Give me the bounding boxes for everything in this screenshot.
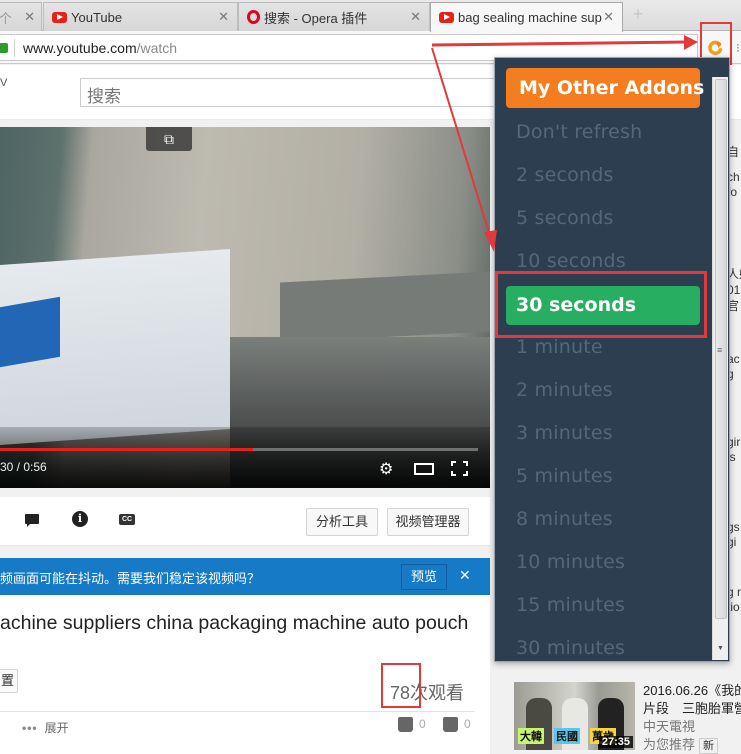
- video-controls-gradient: [0, 427, 490, 488]
- tab-label: 搜索 - Opera 插件: [264, 10, 368, 26]
- tab-label: bag sealing machine sup: [458, 10, 602, 25]
- banner-text: 频画面可能在抖动。需要我们稳定该视频吗？: [0, 571, 261, 586]
- theater-mode-icon[interactable]: [414, 463, 434, 475]
- recommended-video[interactable]: 大韓 民國 萬歲 27:35 2016.06.26《我的 片段 三胞胎軍營 中天…: [514, 682, 741, 754]
- url-separator: [14, 38, 15, 57]
- popout-button[interactable]: ⧉: [146, 127, 192, 151]
- refresh-option[interactable]: 3 minutes: [516, 422, 613, 444]
- like-button[interactable]: 0: [398, 717, 426, 733]
- tab-partial[interactable]: 个 ✕: [0, 2, 42, 31]
- thumbs-down-icon: [443, 717, 458, 733]
- close-icon[interactable]: ✕: [218, 9, 229, 25]
- expand-label: 展开: [44, 721, 69, 735]
- tab-opera-search[interactable]: 搜索 - Opera 插件 ✕: [238, 2, 430, 31]
- duration-badge: 27:35: [598, 736, 633, 748]
- close-icon[interactable]: ✕: [410, 9, 421, 25]
- url-text: www.youtube.com/watch: [23, 40, 177, 56]
- settings-button[interactable]: 置: [0, 669, 18, 693]
- opera-icon: [247, 10, 260, 24]
- video-action-bar: i CC 分析工具 视频管理器: [0, 497, 490, 546]
- thumbnail-caption: 大韓: [518, 728, 544, 744]
- logo-fragment: V: [0, 77, 8, 89]
- recommended-title-line: 2016.06.26《我的: [643, 683, 741, 698]
- refresh-option[interactable]: 2 seconds: [516, 164, 614, 186]
- youtube-icon: [439, 12, 454, 23]
- fullscreen-icon[interactable]: [451, 461, 468, 476]
- stabilize-banner: 频画面可能在抖动。需要我们稳定该视频吗？ 预览 ✕: [0, 558, 490, 595]
- dislike-count: 0: [464, 717, 471, 731]
- recommended-title-line: 片段 三胞胎軍營: [643, 701, 741, 716]
- refresh-option[interactable]: 1 minute: [516, 336, 603, 358]
- recommended-reason-text: 为您推荐: [643, 737, 696, 752]
- recommended-channel: 中天電視: [643, 719, 696, 734]
- info-icon[interactable]: i: [72, 511, 88, 527]
- video-title: achine suppliers china packaging machine…: [0, 612, 469, 634]
- refresh-option[interactable]: 15 minutes: [516, 594, 625, 616]
- youtube-icon: [52, 11, 67, 23]
- new-tab-button[interactable]: +: [630, 5, 646, 23]
- close-icon[interactable]: ✕: [603, 9, 614, 25]
- refresh-option[interactable]: 5 seconds: [516, 207, 614, 229]
- selected-highlight-box: [495, 271, 707, 338]
- refresh-option[interactable]: 30 minutes: [516, 637, 625, 659]
- url-host: www.youtube.com: [23, 39, 137, 56]
- refresh-option[interactable]: Don't refresh: [516, 121, 642, 143]
- refresh-option[interactable]: 5 minutes: [516, 465, 613, 487]
- tab-strip: 个 ✕ YouTube ✕ 搜索 - Opera 插件 ✕ bag sealin…: [0, 0, 741, 32]
- my-other-addons-button[interactable]: My Other Addons: [506, 68, 704, 108]
- tab-bag-sealing[interactable]: bag sealing machine sup ✕: [430, 2, 623, 32]
- video-manager-button[interactable]: 视频管理器: [387, 508, 469, 536]
- progress-fill: [0, 448, 254, 451]
- views-highlight-box: [381, 663, 421, 708]
- close-icon[interactable]: ✕: [24, 9, 35, 25]
- dislike-button[interactable]: 0: [443, 717, 471, 733]
- scrollbar-grip-icon: ≡: [717, 345, 723, 355]
- url-path: /watch: [136, 39, 178, 56]
- video-thumbnail: 大韓 民國 萬歲 27:35: [514, 682, 635, 750]
- tab-label: YouTube: [71, 9, 123, 25]
- preview-button[interactable]: 预览: [401, 564, 447, 590]
- auto-refresh-popup: My Other Addons Don't refresh 2 seconds …: [494, 57, 730, 662]
- more-dots-icon: •••: [22, 721, 38, 735]
- time-display: 30 / 0:56: [0, 460, 47, 474]
- tab-youtube[interactable]: YouTube ✕: [43, 2, 238, 31]
- refresh-option[interactable]: 10 seconds: [516, 250, 626, 272]
- search-input[interactable]: 搜索: [80, 78, 500, 107]
- recommended-video-info: 2016.06.26《我的 片段 三胞胎軍營 中天電視 为您推荐新: [643, 682, 741, 754]
- tab-label: 个: [0, 10, 13, 26]
- screenshot-root: 个 ✕ YouTube ✕ 搜索 - Opera 插件 ✕ bag sealin…: [0, 0, 741, 754]
- refresh-option[interactable]: 8 minutes: [516, 508, 613, 530]
- analytics-button[interactable]: 分析工具: [306, 508, 378, 536]
- refresh-option[interactable]: 10 minutes: [516, 551, 625, 573]
- like-count: 0: [419, 717, 426, 731]
- refresh-option[interactable]: 2 minutes: [516, 379, 613, 401]
- thumbs-up-icon: [398, 717, 413, 733]
- menu-icon[interactable]: ⁝: [736, 41, 740, 55]
- settings-gear-icon[interactable]: ⚙: [379, 459, 393, 479]
- video-frame-detail: [280, 271, 490, 343]
- cc-icon[interactable]: CC: [119, 514, 135, 525]
- lock-icon: [0, 42, 8, 53]
- video-player[interactable]: ⧉ 30 / 0:56 ⚙: [0, 127, 490, 488]
- video-frame-detail: [0, 296, 60, 368]
- new-badge: 新: [699, 738, 719, 754]
- recommended-reason: 为您推荐新: [643, 736, 741, 754]
- popup-scrollbar[interactable]: ≡ ▼: [712, 77, 728, 660]
- expand-button[interactable]: ••• 展开: [22, 719, 69, 736]
- divider: [0, 711, 475, 712]
- close-icon[interactable]: ✕: [459, 567, 471, 584]
- comment-icon[interactable]: [25, 514, 39, 527]
- scroll-down-arrow-icon[interactable]: ▼: [717, 645, 724, 652]
- thumbnail-caption: 民國: [554, 728, 580, 744]
- progress-bar[interactable]: [0, 448, 478, 451]
